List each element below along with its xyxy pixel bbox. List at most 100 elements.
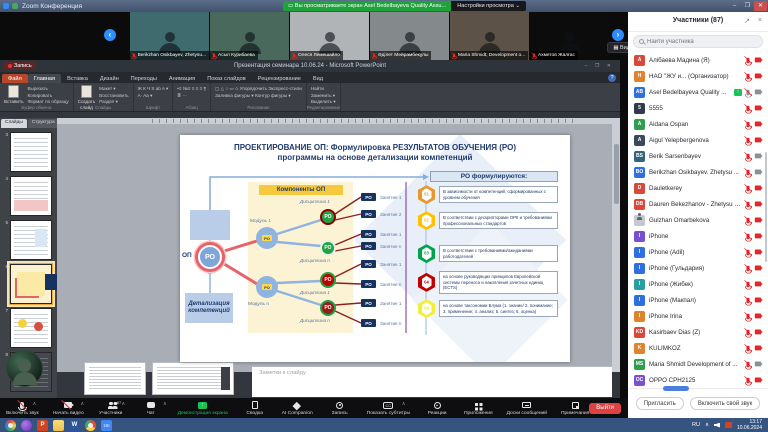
ribbon-big-button[interactable]: Вставить <box>4 84 23 104</box>
purple-app-icon[interactable] <box>21 420 32 431</box>
participant-row[interactable]: BS Berik Sarsenbayev ↑ <box>628 148 768 164</box>
toolbar-button[interactable]: ∧ Показать субтитры <box>367 401 410 416</box>
ribbon-tab[interactable]: Вид <box>307 74 329 83</box>
chevron-up-icon[interactable]: ∧ <box>402 401 406 407</box>
pane-tab[interactable]: Слайды <box>1 119 27 128</box>
list-scrollbar[interactable] <box>765 152 768 262</box>
ribbon-tab[interactable]: Рецензирование <box>252 74 307 83</box>
participant-row[interactable]: A Aigul Yelepbergenova ↑ <box>628 132 768 148</box>
ribbon-commands[interactable]: •≡ №≡ ≡ ≡ ≡ ¶ ≣ ⋯ <box>177 84 206 104</box>
toolbar-button[interactable]: ∧ Примечания <box>561 401 589 416</box>
ribbon-commands[interactable]: Вырезать Копировать Формат по образцу <box>27 84 68 104</box>
ribbon-group[interactable]: Найти Заменить ▾ Выделить ▾ Редактирован… <box>307 83 341 111</box>
ribbon-tab[interactable]: Показ слайдов <box>201 74 252 83</box>
slide-thumbnail-image[interactable] <box>10 264 52 304</box>
ribbon-group[interactable]: Вставить Вырезать Копировать Формат по о… <box>0 83 74 111</box>
toolbar-button[interactable]: ∧ Начать видео <box>53 401 84 416</box>
participant-row[interactable]: AB Asel Bedelbayeva Quality ... ↑ <box>628 84 768 100</box>
unmute-button[interactable]: Включить свой звук <box>690 397 761 410</box>
participant-row[interactable]: D Dauletkerey ↑ <box>628 180 768 196</box>
search-input[interactable] <box>647 39 747 45</box>
slide-thumbnail[interactable]: 3 <box>0 132 57 172</box>
close-panel-icon[interactable]: × <box>758 17 762 24</box>
toolbar-button[interactable]: ∧ Доски сообщений <box>507 401 547 416</box>
ribbon-group[interactable]: Создать слайд Макет ▾ Восстановить Разде… <box>74 83 134 111</box>
ribbon-tab[interactable]: Анимация <box>163 74 201 83</box>
chevron-up-icon[interactable]: ∧ <box>122 401 126 407</box>
participant-row[interactable]: KD Kasirbaev Dias (Z) ↑ <box>628 324 768 340</box>
maximize-button[interactable]: ❒ <box>741 1 754 11</box>
chevron-up-icon[interactable]: ∧ <box>80 401 84 407</box>
toolbar-button[interactable]: ∧ AI Companion <box>282 401 313 416</box>
ribbon-group[interactable]: Ж К Ч S ab A ▾ A· Aa ▾ Шрифт <box>134 83 174 111</box>
participant-row[interactable]: MS Maria Shmidt Development of ... ↑ <box>628 356 768 372</box>
popout-icon[interactable]: ↗ <box>744 17 750 25</box>
language-indicator[interactable]: RU <box>692 422 700 428</box>
slide-thumbnail[interactable]: 5 <box>0 220 57 260</box>
ribbon-tab[interactable]: Файл <box>2 74 28 83</box>
ppt-window-controls[interactable]: – ❒ ✕ <box>585 63 614 69</box>
participant-row[interactable]: I iPhone (Adil) ↑ <box>628 244 768 260</box>
close-button[interactable]: ✕ <box>754 1 767 11</box>
slide-thumbnail-image[interactable] <box>10 132 52 172</box>
participant-row[interactable]: А Алібаева Мадина (Я) ↑ <box>628 52 768 68</box>
ribbon-commands[interactable]: Макет ▾ Восстановить Раздел ▾ <box>99 84 128 104</box>
toolbar-button[interactable]: ∧ Приложения <box>464 401 493 416</box>
clock[interactable]: 13:1710.06.2024 <box>737 419 762 432</box>
participant-row[interactable]: I iPhone (Жибек) ↑ <box>628 276 768 292</box>
chevron-up-icon[interactable]: ∧ <box>33 401 37 407</box>
slide-thumbnail-image[interactable] <box>10 176 52 216</box>
minimize-button[interactable]: – <box>728 1 741 11</box>
participant-row[interactable]: I iPhone ↑ <box>628 228 768 244</box>
video-tile[interactable]: Олеся Лемешайло <box>290 12 369 60</box>
participant-row[interactable]: OC OPPO CPH2125 ↑ <box>628 372 768 388</box>
slide-scrollbar[interactable] <box>612 124 620 372</box>
help-icon[interactable]: ? <box>608 74 616 82</box>
pane-tab[interactable]: Структура <box>28 119 57 128</box>
slide-thumbnail-image[interactable] <box>10 220 52 260</box>
slide-thumbnail-image[interactable] <box>10 308 52 348</box>
next-videos-arrow[interactable]: › <box>612 29 624 41</box>
toolbar-button[interactable]: ∧ Демонстрация экрана <box>178 401 228 416</box>
participant-row[interactable]: I iPhone (Гульдария) ↑ <box>628 260 768 276</box>
video-tile[interactable]: Ахметов Жалғас <box>530 12 609 60</box>
ribbon-commands[interactable]: Ж К Ч S ab A ▾ A· Aa ▾ <box>138 84 169 104</box>
toolbar-button[interactable]: 87 ∧ Участники <box>98 401 124 416</box>
notification-icon[interactable] <box>725 422 732 428</box>
toolbar-button[interactable]: ∧ Сводка <box>242 401 268 416</box>
slide-thumbnail[interactable]: 6 <box>0 264 57 304</box>
participant-row[interactable]: 5 5555 ↑ <box>628 100 768 116</box>
toolbar-button[interactable]: ∧ Реакции <box>424 401 450 416</box>
ribbon-commands[interactable]: ▢ △ ○ ▭ ⬦ Упорядочить Экспресс-стили Зал… <box>215 84 302 104</box>
video-tile[interactable]: Maria Shmidt; Development o... <box>450 12 529 60</box>
participant-row[interactable]: Н НАО "ЖУ и... (Организатор) ↑ <box>628 68 768 84</box>
ribbon-group[interactable]: ▢ △ ○ ▭ ⬦ Упорядочить Экспресс-стили Зал… <box>211 83 307 111</box>
tray-expand-icon[interactable]: ∧ <box>705 422 709 428</box>
chevron-up-icon[interactable]: ∧ <box>163 401 167 407</box>
view-options-button[interactable]: Настройки просмотра ⌄ <box>451 1 526 11</box>
toolbar-button[interactable]: ∧ Запись <box>327 401 353 416</box>
ribbon-commands[interactable]: Найти Заменить ▾ Выделить ▾ <box>311 84 336 104</box>
volume-icon[interactable] <box>714 423 720 428</box>
ribbon-group[interactable]: •≡ №≡ ≡ ≡ ≡ ¶ ≣ ⋯ Абзац <box>173 83 211 111</box>
participant-row[interactable]: I iPhone Irina ↑ <box>628 308 768 324</box>
powerpoint-icon[interactable]: P <box>37 420 48 431</box>
ribbon-tab[interactable]: Главная <box>28 74 61 83</box>
browser-icon[interactable] <box>5 420 16 431</box>
ribbon-tab[interactable]: Вставка <box>61 74 94 83</box>
participant-search[interactable] <box>633 35 763 48</box>
chrome-icon[interactable] <box>85 420 96 431</box>
video-tile[interactable]: Berikzhan Osikbayev, Zhetysu... <box>130 12 209 60</box>
toolbar-button[interactable]: ∧ Чат <box>138 401 164 416</box>
participant-row[interactable]: BO Berikzhan Osikbayev. Zhetysu ... ↑ <box>628 164 768 180</box>
slide-thumbnail[interactable]: 7 <box>0 308 57 348</box>
video-tile[interactable]: Әділет Мейрамбекұлы <box>370 12 449 60</box>
word-icon[interactable]: W <box>69 420 80 431</box>
presenter-webcam-bubble[interactable] <box>6 350 43 387</box>
prev-videos-arrow[interactable]: ‹ <box>104 29 116 41</box>
invite-button[interactable]: Пригласить <box>636 397 684 410</box>
participant-row[interactable]: I iPhone (Макпал) ↑ <box>628 292 768 308</box>
ribbon-tab[interactable]: Дизайн <box>94 74 125 83</box>
leave-button[interactable]: Выйти <box>589 403 621 414</box>
video-tile[interactable]: Асыл Курибаева <box>210 12 289 60</box>
